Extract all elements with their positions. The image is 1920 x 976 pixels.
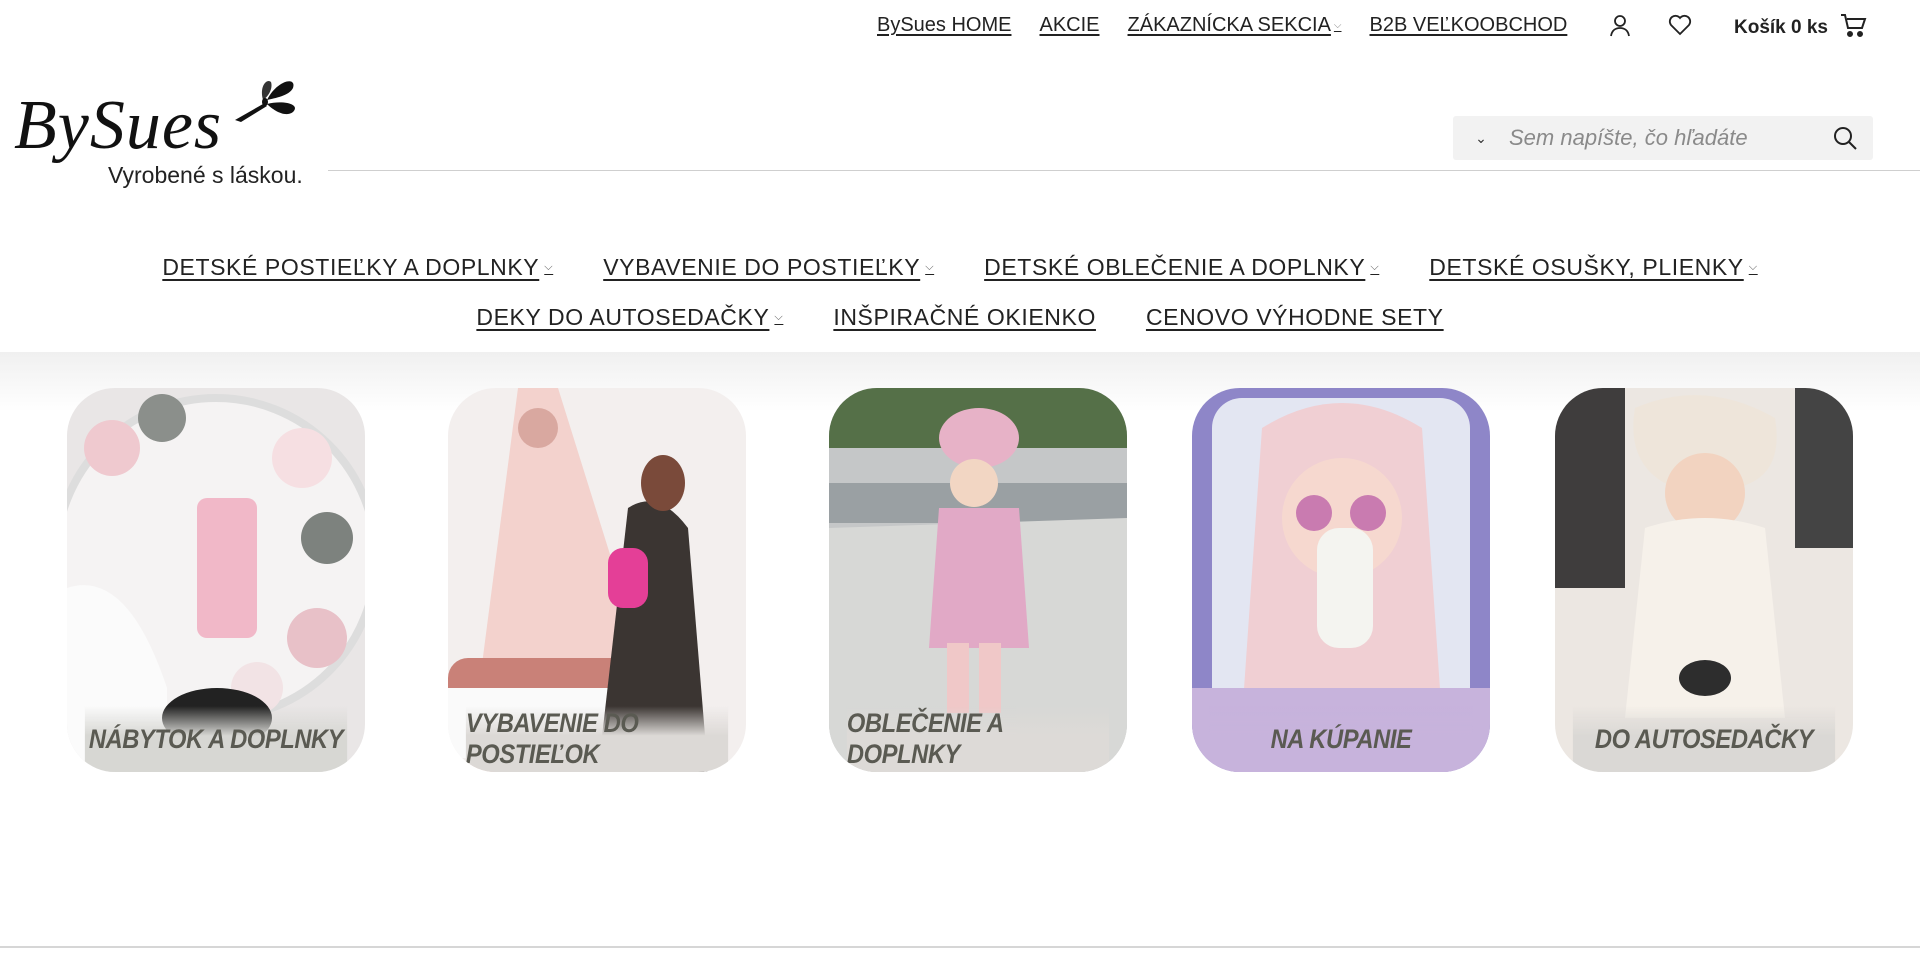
chevron-down-icon: ⌵ (925, 261, 935, 273)
search-bar: ⌄ (1453, 116, 1873, 160)
category-card-car-seat[interactable]: DO AUTOSEDAČKY (1555, 388, 1853, 772)
nav-item-label: DETSKÉ POSTIEĽKY A DOPLNKY (162, 254, 540, 280)
category-card-bed-equipment[interactable]: VYBAVENIE DO POSTIEĽOK (448, 388, 746, 772)
category-caption: OBLEČENIE A DOPLNKY (846, 706, 1110, 772)
category-card-clothing[interactable]: OBLEČENIE A DOPLNKY (829, 388, 1127, 772)
logo-tagline: Vyrobené s láskou. (108, 162, 303, 188)
category-caption: NÁBYTOK A DOPLNKY (84, 706, 348, 772)
category-caption-text: OBLEČENIE A DOPLNKY (846, 708, 1003, 769)
nav-item-sets[interactable]: CENOVO VÝHODNE SETY (1146, 304, 1444, 331)
logo-wordmark: BySues (14, 87, 223, 164)
category-caption: DO AUTOSEDAČKY (1572, 706, 1836, 772)
chevron-down-icon: ⌵ (1748, 261, 1758, 273)
top-link-label: ZÁKAZNÍCKA SEKCIA (1127, 14, 1331, 36)
cart-button[interactable]: Košík 0 ks (1734, 12, 1868, 43)
chevron-down-icon: ⌵ (1333, 20, 1342, 31)
top-links: BySues HOME AKCIE ZÁKAZNÍCKA SEKCIA ⌵ B2B… (877, 14, 1567, 37)
nav-item-clothing[interactable]: DETSKÉ OBLEČENIE A DOPLNKY ⌵ (984, 254, 1379, 281)
top-link-home[interactable]: BySues HOME (877, 14, 1011, 37)
category-caption-text: NÁBYTOK A DOPLNKY (88, 723, 344, 754)
nav-item-label: DETSKÉ OBLEČENIE A DOPLNKY (984, 254, 1366, 280)
search-category-dropdown[interactable]: ⌄ (1453, 130, 1509, 147)
chevron-down-icon: ⌵ (1370, 261, 1380, 273)
nav-item-towels[interactable]: DETSKÉ OSUŠKY, PLIENKY ⌵ (1429, 254, 1757, 281)
chevron-down-icon: ⌄ (1475, 129, 1487, 146)
nav-item-beds[interactable]: DETSKÉ POSTIEĽKY A DOPLNKY ⌵ (162, 254, 553, 281)
top-link-label: B2B VEĽKOOBCHOD (1369, 14, 1568, 36)
category-cards: NÁBYTOK A DOPLNKY VYBAVENIE DO POSTIEĽOK… (0, 388, 1920, 772)
search-icon (1834, 127, 1857, 150)
category-caption: VYBAVENIE DO POSTIEĽOK (465, 706, 729, 772)
top-link-customer-section[interactable]: ZÁKAZNÍCKA SEKCIA ⌵ (1128, 14, 1342, 37)
cart-label: Košík 0 ks (1734, 16, 1828, 38)
main-navigation: DETSKÉ POSTIEĽKY A DOPLNKY ⌵ VYBAVENIE DO… (0, 254, 1920, 354)
top-link-b2b[interactable]: B2B VEĽKOOBCHOD (1370, 14, 1568, 37)
nav-item-label: CENOVO VÝHODNE SETY (1145, 304, 1444, 330)
nav-item-car-seat-blankets[interactable]: DEKY DO AUTOSEDAČKY ⌵ (476, 304, 783, 331)
site-logo[interactable]: BySues Vyrobené s láskou. (12, 76, 312, 194)
category-caption-text: VYBAVENIE DO POSTIEĽOK (465, 708, 639, 769)
category-caption: NA KÚPANIE (1209, 706, 1473, 772)
nav-item-label: INŠPIRAČNÉ OKIENKO (833, 304, 1096, 330)
header-divider (328, 170, 1920, 171)
top-bar: BySues HOME AKCIE ZÁKAZNÍCKA SEKCIA ⌵ B2B… (0, 0, 1920, 50)
heart-icon[interactable] (1667, 12, 1693, 38)
category-caption-text: DO AUTOSEDAČKY (1594, 723, 1814, 754)
category-card-bathing[interactable]: NA KÚPANIE (1192, 388, 1490, 772)
cart-icon (1840, 12, 1868, 43)
search-button[interactable] (1817, 125, 1873, 151)
search-input[interactable] (1509, 125, 1817, 151)
top-link-label: BySues HOME (877, 14, 1012, 36)
nav-item-label: DETSKÉ OSUŠKY, PLIENKY (1429, 254, 1744, 280)
nav-row-1: DETSKÉ POSTIEĽKY A DOPLNKY ⌵ VYBAVENIE DO… (0, 254, 1920, 281)
category-caption-text: NA KÚPANIE (1270, 723, 1412, 754)
top-link-akcie[interactable]: AKCIE (1039, 14, 1099, 37)
nav-item-label: DEKY DO AUTOSEDAČKY (476, 304, 770, 330)
content-divider (0, 946, 1920, 948)
chevron-down-icon: ⌵ (774, 311, 784, 323)
nav-row-2: DEKY DO AUTOSEDAČKY ⌵ INŠPIRAČNÉ OKIENKO … (0, 304, 1920, 331)
user-icon[interactable] (1607, 12, 1633, 38)
category-card-furniture[interactable]: NÁBYTOK A DOPLNKY (67, 388, 365, 772)
dragonfly-icon (235, 80, 295, 122)
chevron-down-icon: ⌵ (544, 261, 554, 273)
nav-item-inspiration[interactable]: INŠPIRAČNÉ OKIENKO (833, 304, 1096, 331)
top-link-label: AKCIE (1039, 14, 1100, 36)
nav-item-bed-equipment[interactable]: VYBAVENIE DO POSTIEĽKY ⌵ (603, 254, 934, 281)
nav-item-label: VYBAVENIE DO POSTIEĽKY (603, 254, 921, 280)
